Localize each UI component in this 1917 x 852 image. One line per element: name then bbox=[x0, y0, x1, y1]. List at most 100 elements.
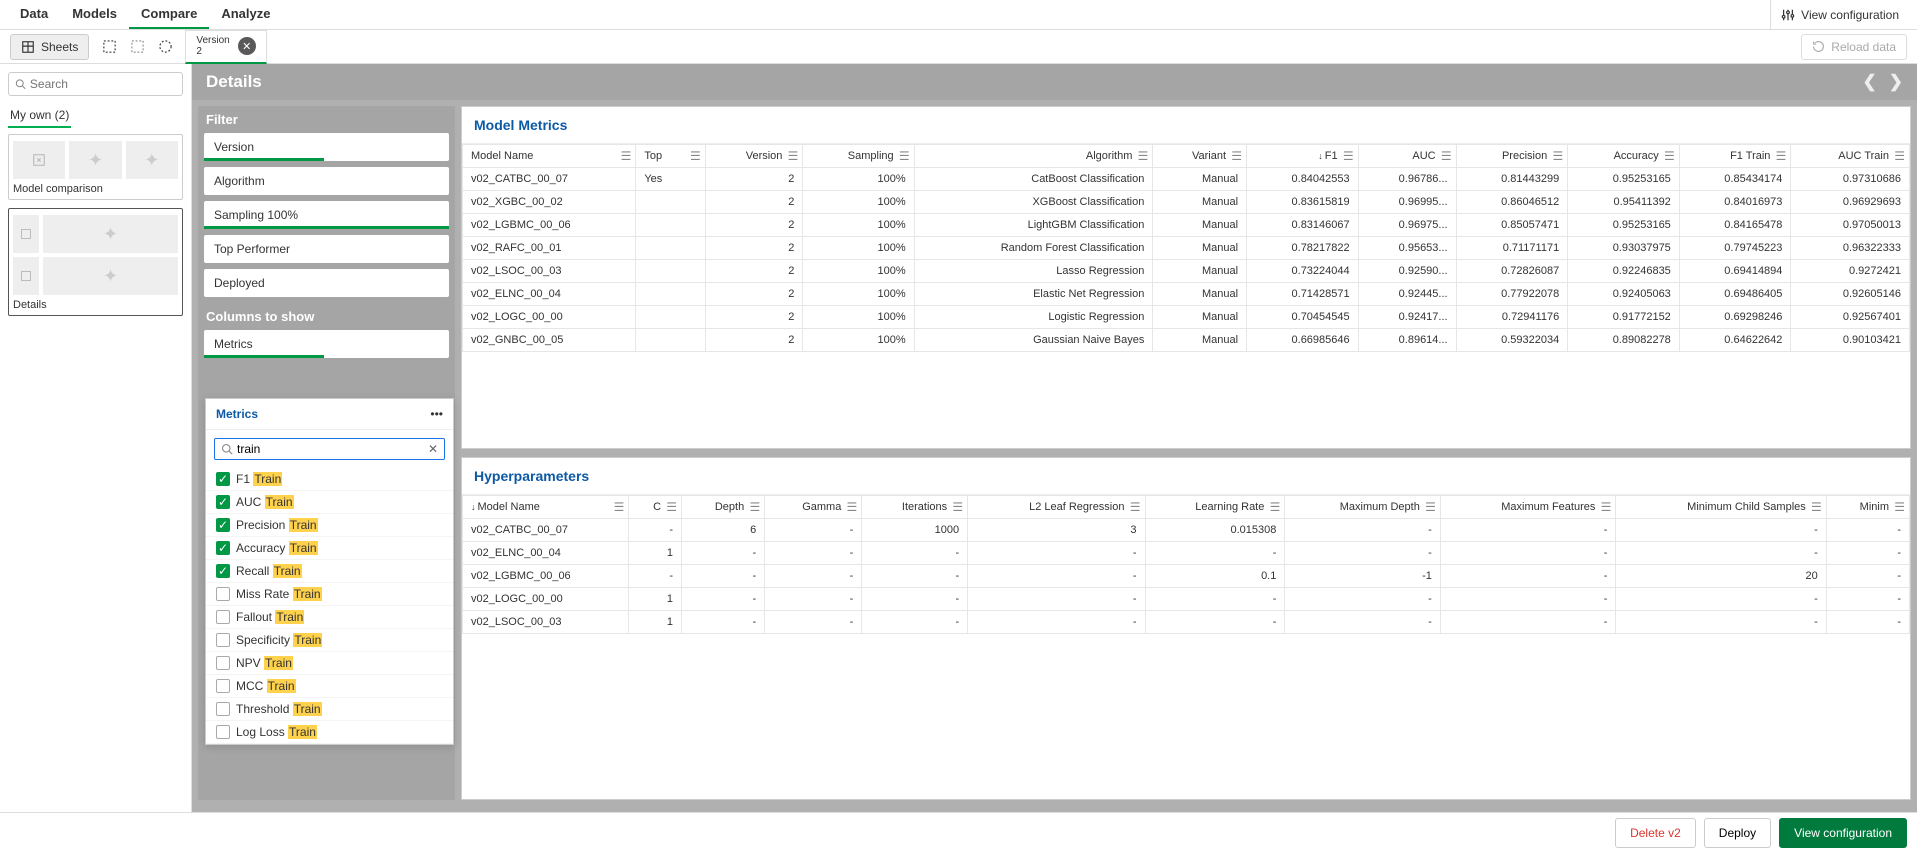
thumb-card-details[interactable]: ✦ ✦ Details bbox=[8, 208, 183, 316]
h-scrollbar[interactable] bbox=[462, 785, 1910, 799]
table-row[interactable]: v02_LOGC_00_001--------- bbox=[463, 588, 1910, 611]
column-menu-icon[interactable]: ☰ bbox=[1130, 500, 1141, 514]
column-menu-icon[interactable]: ☰ bbox=[666, 500, 677, 514]
metrics-pill[interactable]: Metrics bbox=[204, 330, 449, 358]
col-header[interactable]: Algorithm☰ bbox=[914, 145, 1153, 168]
metric-option[interactable]: Threshold Train bbox=[206, 698, 453, 721]
column-menu-icon[interactable]: ☰ bbox=[1270, 500, 1281, 514]
col-header[interactable]: Version☰ bbox=[705, 145, 803, 168]
col-header[interactable]: Accuracy☰ bbox=[1568, 145, 1680, 168]
column-menu-icon[interactable]: ☰ bbox=[749, 500, 760, 514]
column-menu-icon[interactable]: ☰ bbox=[621, 149, 632, 163]
tab-data[interactable]: Data bbox=[8, 0, 60, 29]
reload-data[interactable]: Reload data bbox=[1801, 34, 1907, 60]
popup-menu-icon[interactable]: ••• bbox=[430, 407, 443, 421]
close-version-tab[interactable]: ✕ bbox=[238, 37, 256, 55]
column-menu-icon[interactable]: ☰ bbox=[1343, 149, 1354, 163]
col-header[interactable]: C☰ bbox=[629, 496, 682, 519]
col-header[interactable]: Maximum Features☰ bbox=[1440, 496, 1616, 519]
col-header[interactable]: Minim☰ bbox=[1826, 496, 1909, 519]
table-row[interactable]: v02_ELNC_00_041--------- bbox=[463, 542, 1910, 565]
view-configuration-top[interactable]: View configuration bbox=[1770, 0, 1909, 29]
filter-pill[interactable]: Top Performer bbox=[204, 235, 449, 263]
h-scrollbar[interactable] bbox=[462, 434, 1910, 448]
next-arrow-icon[interactable]: ❯ bbox=[1889, 72, 1903, 92]
sheets-button[interactable]: Sheets bbox=[10, 34, 89, 60]
table-row[interactable]: v02_CATBC_00_07-6-100030.015308---- bbox=[463, 519, 1910, 542]
metric-option[interactable]: ✓Precision Train bbox=[206, 514, 453, 537]
table-row[interactable]: v02_RAFC_00_012100%Random Forest Classif… bbox=[463, 237, 1910, 260]
tab-compare[interactable]: Compare bbox=[129, 0, 209, 29]
column-menu-icon[interactable]: ☰ bbox=[690, 149, 701, 163]
metric-option[interactable]: Specificity Train bbox=[206, 629, 453, 652]
sidebar-search-input[interactable] bbox=[30, 77, 176, 91]
col-header[interactable]: Variant☰ bbox=[1153, 145, 1247, 168]
metric-option[interactable]: Log Loss Train bbox=[206, 721, 453, 744]
col-header[interactable]: F1 Train☰ bbox=[1679, 145, 1791, 168]
metric-option[interactable]: Miss Rate Train bbox=[206, 583, 453, 606]
thumb-card-model-comparison[interactable]: ✦ ✦ Model comparison bbox=[8, 134, 183, 200]
col-header[interactable]: Learning Rate☰ bbox=[1145, 496, 1285, 519]
col-header[interactable]: Maximum Depth☰ bbox=[1285, 496, 1440, 519]
metric-option[interactable]: ✓Recall Train bbox=[206, 560, 453, 583]
col-header[interactable]: ↓Model Name☰ bbox=[463, 496, 629, 519]
clear-search-icon[interactable]: ✕ bbox=[428, 442, 438, 456]
tab-analyze[interactable]: Analyze bbox=[209, 0, 282, 29]
column-menu-icon[interactable]: ☰ bbox=[1776, 149, 1787, 163]
column-menu-icon[interactable]: ☰ bbox=[614, 500, 625, 514]
column-menu-icon[interactable]: ☰ bbox=[1601, 500, 1612, 514]
metric-option[interactable]: Fallout Train bbox=[206, 606, 453, 629]
column-menu-icon[interactable]: ☰ bbox=[847, 500, 858, 514]
table-row[interactable]: v02_LSOC_00_031--------- bbox=[463, 611, 1910, 634]
metric-option[interactable]: ✓AUC Train bbox=[206, 491, 453, 514]
filter-pill[interactable]: Version bbox=[204, 133, 449, 161]
column-menu-icon[interactable]: ☰ bbox=[1894, 149, 1905, 163]
col-header[interactable]: Precision☰ bbox=[1456, 145, 1568, 168]
filter-pill[interactable]: Sampling 100% bbox=[204, 201, 449, 229]
column-menu-icon[interactable]: ☰ bbox=[1894, 500, 1905, 514]
filter-pill[interactable]: Algorithm bbox=[204, 167, 449, 195]
col-header[interactable]: Minimum Child Samples☰ bbox=[1616, 496, 1826, 519]
column-menu-icon[interactable]: ☰ bbox=[1441, 149, 1452, 163]
col-header[interactable]: Sampling☰ bbox=[803, 145, 914, 168]
table-row[interactable]: v02_LSOC_00_032100%Lasso RegressionManua… bbox=[463, 260, 1910, 283]
version-tab[interactable]: Version 2 ✕ bbox=[185, 30, 266, 64]
column-menu-icon[interactable]: ☰ bbox=[1138, 149, 1149, 163]
metrics-search[interactable]: ✕ bbox=[214, 438, 445, 460]
metric-option[interactable]: ✓Accuracy Train bbox=[206, 537, 453, 560]
table-row[interactable]: v02_LGBMC_00_062100%LightGBM Classificat… bbox=[463, 214, 1910, 237]
delete-button[interactable]: Delete v2 bbox=[1615, 818, 1696, 848]
metrics-search-input[interactable] bbox=[237, 442, 424, 456]
selection-tool-2[interactable] bbox=[123, 35, 151, 59]
table-row[interactable]: v02_LGBMC_00_06-----0.1-1-20- bbox=[463, 565, 1910, 588]
col-header[interactable]: AUC Train☰ bbox=[1791, 145, 1910, 168]
column-menu-icon[interactable]: ☰ bbox=[1811, 500, 1822, 514]
table-row[interactable]: v02_GNBC_00_052100%Gaussian Naive BayesM… bbox=[463, 329, 1910, 352]
column-menu-icon[interactable]: ☰ bbox=[1664, 149, 1675, 163]
selection-tool-1[interactable] bbox=[95, 35, 123, 59]
view-configuration-button[interactable]: View configuration bbox=[1779, 818, 1907, 848]
column-menu-icon[interactable]: ☰ bbox=[899, 149, 910, 163]
col-header[interactable]: AUC☰ bbox=[1358, 145, 1456, 168]
column-menu-icon[interactable]: ☰ bbox=[952, 500, 963, 514]
column-menu-icon[interactable]: ☰ bbox=[1425, 500, 1436, 514]
col-header[interactable]: Iterations☰ bbox=[862, 496, 968, 519]
metric-option[interactable]: ✓F1 Train bbox=[206, 468, 453, 491]
column-menu-icon[interactable]: ☰ bbox=[1231, 149, 1242, 163]
column-menu-icon[interactable]: ☰ bbox=[1552, 149, 1563, 163]
metric-option[interactable]: NPV Train bbox=[206, 652, 453, 675]
col-header[interactable]: Depth☰ bbox=[682, 496, 765, 519]
model-metrics-scroll[interactable]: Model Name☰Top☰Version☰Sampling☰Algorith… bbox=[462, 143, 1910, 434]
table-row[interactable]: v02_LOGC_00_002100%Logistic RegressionMa… bbox=[463, 306, 1910, 329]
prev-arrow-icon[interactable]: ❮ bbox=[1863, 72, 1877, 92]
col-header[interactable]: Gamma☰ bbox=[765, 496, 862, 519]
metric-option[interactable]: MCC Train bbox=[206, 675, 453, 698]
hyperparameters-scroll[interactable]: ↓Model Name☰C☰Depth☰Gamma☰Iterations☰L2 … bbox=[462, 494, 1910, 785]
sidebar-search[interactable] bbox=[8, 72, 183, 96]
tab-models[interactable]: Models bbox=[60, 0, 129, 29]
col-header[interactable]: L2 Leaf Regression☰ bbox=[968, 496, 1145, 519]
filter-pill[interactable]: Deployed bbox=[204, 269, 449, 297]
col-header[interactable]: Model Name☰ bbox=[463, 145, 636, 168]
selection-tool-3[interactable] bbox=[151, 35, 179, 59]
col-header[interactable]: Top☰ bbox=[636, 145, 705, 168]
